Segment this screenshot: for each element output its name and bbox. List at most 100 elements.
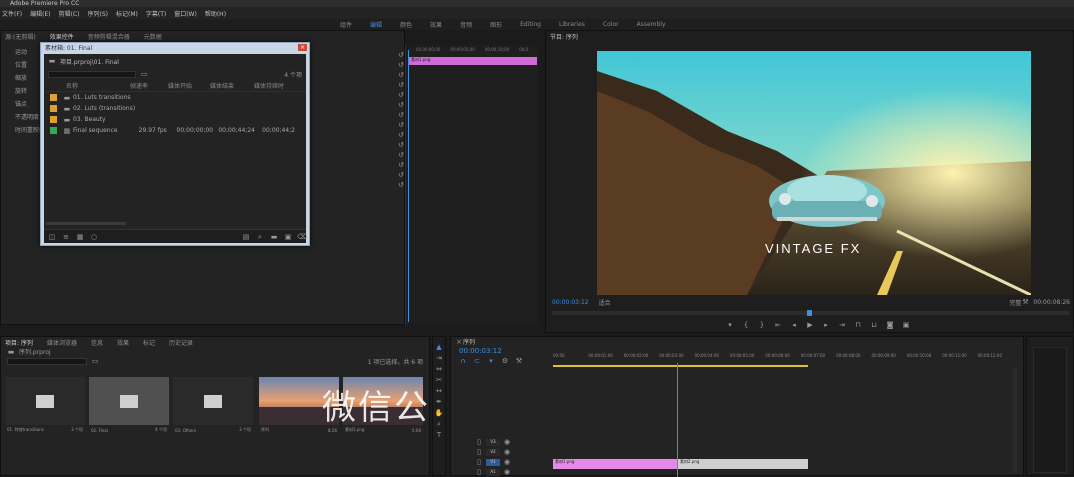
project-item[interactable]: 02. Final 4 个项 xyxy=(89,377,169,435)
reset-keyframe-icon[interactable]: ↺ xyxy=(397,151,405,159)
menu-item[interactable]: 标记(M) xyxy=(116,9,138,18)
reset-keyframe-icon[interactable]: ↺ xyxy=(397,181,405,189)
reset-keyframe-icon[interactable]: ↺ xyxy=(397,91,405,99)
menu-item[interactable]: 帮助(H) xyxy=(205,9,226,18)
reset-keyframe-icon[interactable]: ↺ xyxy=(397,71,405,79)
extract-icon[interactable]: ⊔ xyxy=(870,321,878,329)
track-header[interactable]: ▯ V2 ◉ xyxy=(451,447,551,457)
bin-column-header[interactable]: 帧速率 xyxy=(128,81,166,90)
find-icon[interactable]: ⌕ xyxy=(256,233,264,241)
wrench-icon[interactable]: ⚒ xyxy=(1021,298,1029,306)
reset-keyframe-icon[interactable]: ↺ xyxy=(397,131,405,139)
text-tool-icon[interactable]: T xyxy=(435,431,443,439)
bin-column-header[interactable]: 名称 xyxy=(44,81,128,90)
ripple-edit-icon[interactable]: ⇔ xyxy=(435,365,443,373)
timeline-scrollbar[interactable] xyxy=(1013,367,1017,473)
workspace-tab[interactable]: Editing xyxy=(520,21,541,28)
timeline-clip-2[interactable]: 素材2.png xyxy=(678,459,808,469)
step-forward-icon[interactable]: ▸ xyxy=(822,321,830,329)
trash-icon[interactable]: ⌫ xyxy=(297,233,307,241)
effect-playhead[interactable] xyxy=(408,50,409,322)
new-bin-icon[interactable]: ▭ xyxy=(140,70,148,78)
track-label[interactable]: V2 xyxy=(486,448,500,456)
project-tab[interactable]: 历史记录 xyxy=(169,338,193,347)
lift-icon[interactable]: ⊓ xyxy=(854,321,862,329)
eye-icon[interactable]: ◉ xyxy=(503,458,511,466)
reset-keyframe-icon[interactable]: ↺ xyxy=(397,171,405,179)
menu-item[interactable]: 编辑(E) xyxy=(30,9,50,18)
track-label[interactable]: V3 xyxy=(486,438,500,446)
workspace-tab[interactable]: Libraries xyxy=(559,21,585,28)
program-monitor-tab[interactable]: 节目: 序列 xyxy=(546,31,1073,41)
timeline-clip-1[interactable]: 素材1.png xyxy=(553,459,677,469)
eye-icon[interactable]: ◉ xyxy=(503,468,511,476)
project-search-input[interactable] xyxy=(7,357,87,365)
reset-keyframe-icon[interactable]: ↺ xyxy=(397,141,405,149)
close-icon[interactable]: × xyxy=(455,338,463,346)
play-icon[interactable]: ▶ xyxy=(806,321,814,329)
work-area-bar[interactable] xyxy=(553,365,808,367)
eye-icon[interactable]: ◉ xyxy=(503,438,511,446)
menu-item[interactable]: 剪辑(C) xyxy=(59,9,80,18)
bin-column-header[interactable]: 媒体开始 xyxy=(166,81,208,90)
bin-scrollbar[interactable] xyxy=(46,222,126,225)
reset-keyframe-icon[interactable]: ↺ xyxy=(397,61,405,69)
project-item[interactable]: 01. 特效transitions 3 个项 xyxy=(5,377,85,435)
marker-icon[interactable]: ▾ xyxy=(726,321,734,329)
program-scrub-bar[interactable] xyxy=(552,310,1070,316)
workspace-tab[interactable]: 组件 xyxy=(340,20,352,29)
menu-item[interactable]: 窗口(W) xyxy=(174,9,197,18)
timeline-timecode[interactable]: 00:00:03:12 xyxy=(459,347,502,355)
timeline-tab[interactable]: × 序列 xyxy=(451,337,1023,347)
project-tab[interactable]: 标记 xyxy=(143,338,155,347)
program-timecode[interactable]: 00:00:03:12 xyxy=(552,299,589,306)
automate-icon[interactable]: ▤ xyxy=(242,233,250,241)
lock-icon[interactable]: ▯ xyxy=(475,458,483,466)
bin-row[interactable]: ▬ 01. Luts transitions xyxy=(44,92,306,103)
project-tab[interactable]: 媒体浏览器 xyxy=(47,338,77,347)
workspace-tab[interactable]: 音频 xyxy=(460,20,472,29)
menu-item[interactable]: 序列(S) xyxy=(88,9,109,18)
workspace-tab[interactable]: 效果 xyxy=(430,20,442,29)
reset-keyframe-icon[interactable]: ↺ xyxy=(397,101,405,109)
program-playhead[interactable] xyxy=(807,310,812,316)
export-frame-icon[interactable]: ◙ xyxy=(886,321,894,329)
workspace-tab[interactable]: 编辑 xyxy=(370,20,382,29)
pen-tool-icon[interactable]: ✒ xyxy=(435,398,443,406)
source-tab[interactable]: 源:(无剪辑) xyxy=(5,32,36,41)
bin-row[interactable]: ▬ 03. Beauty xyxy=(44,114,306,125)
settings-icon[interactable]: ⚙ xyxy=(501,357,509,365)
new-item-icon[interactable]: ▣ xyxy=(284,233,292,241)
reset-keyframe-icon[interactable]: ↺ xyxy=(397,121,405,129)
source-tab[interactable]: 音频剪辑混合器 xyxy=(88,32,130,41)
workspace-tab[interactable]: Color xyxy=(603,21,619,28)
icon-view-icon[interactable]: ▦ xyxy=(76,233,84,241)
timeline-ruler[interactable]: 00:00 00:00:01:00 00:00:02:00 00:00:03:00 00… xyxy=(553,353,1013,363)
reset-keyframe-icon[interactable]: ↺ xyxy=(397,111,405,119)
reset-keyframe-icon[interactable]: ↺ xyxy=(397,81,405,89)
bin-row[interactable]: ▬02. Luts (transitions) - 8 xyxy=(44,103,306,114)
slip-tool-icon[interactable]: ↔ xyxy=(435,387,443,395)
selection-tool-icon[interactable]: ▲ xyxy=(435,343,443,351)
project-tab[interactable]: 项目: 序列 xyxy=(5,338,33,347)
camera-icon[interactable]: ▣ xyxy=(902,321,910,329)
close-icon[interactable]: × xyxy=(298,44,307,51)
go-to-in-icon[interactable]: ⇤ xyxy=(774,321,782,329)
track-label[interactable]: V1 xyxy=(486,458,500,466)
source-tab[interactable]: 效果控件 xyxy=(50,32,74,41)
step-back-icon[interactable]: ◂ xyxy=(790,321,798,329)
mark-out-icon[interactable]: } xyxy=(758,321,766,329)
program-video-frame[interactable]: VINTAGE FX xyxy=(597,51,1031,295)
lock-icon[interactable]: ◫ xyxy=(48,233,56,241)
fit-select[interactable]: 适合 xyxy=(599,298,611,307)
menu-item[interactable]: 文件(F) xyxy=(2,9,22,18)
bin-column-header[interactable]: 媒体结束 xyxy=(208,81,252,90)
zoom-tool-icon[interactable]: ⌕ xyxy=(435,420,443,428)
lock-icon[interactable]: ▯ xyxy=(475,438,483,446)
go-to-out-icon[interactable]: ⇥ xyxy=(838,321,846,329)
hand-tool-icon[interactable]: ✋ xyxy=(435,409,444,417)
timeline-playhead[interactable] xyxy=(677,363,678,477)
track-header[interactable]: ▯ V1 ◉ xyxy=(451,457,551,467)
new-bin-button-icon[interactable]: ▬ xyxy=(270,233,278,241)
reset-keyframe-icon[interactable]: ↺ xyxy=(397,161,405,169)
